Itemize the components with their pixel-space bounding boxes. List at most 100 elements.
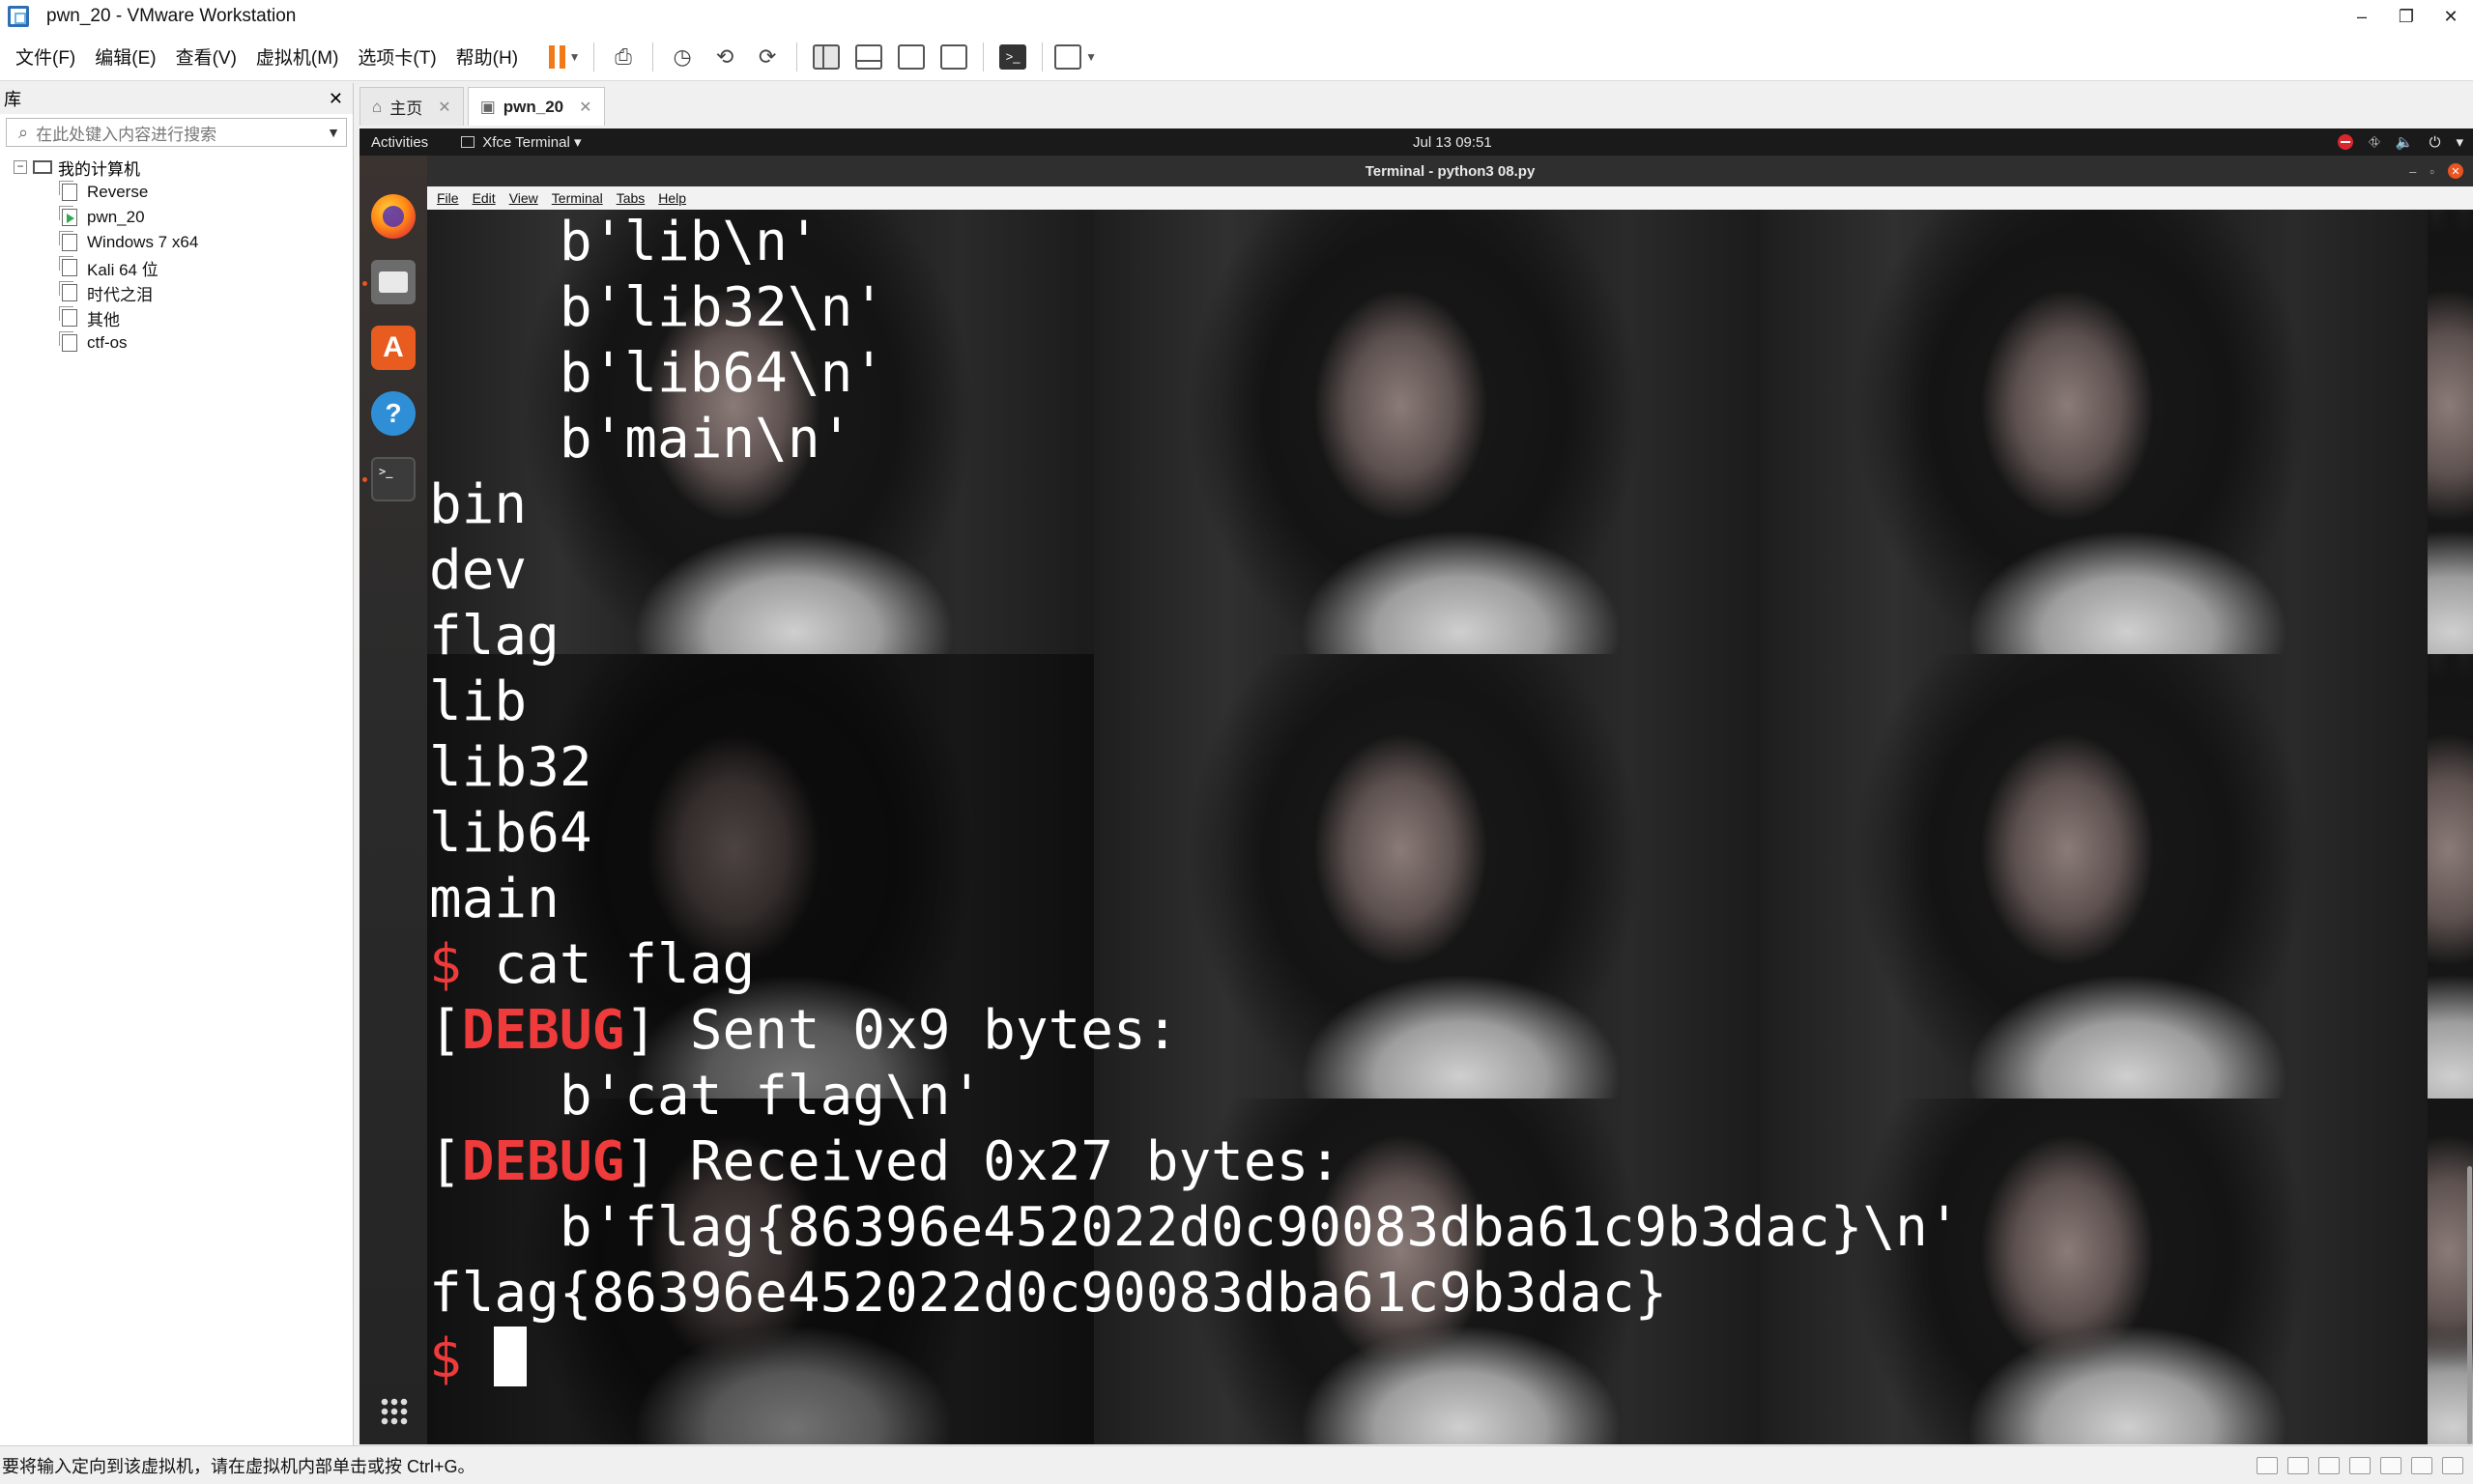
network-icon[interactable]: ⛗ [2369, 134, 2380, 151]
term-menu-tabs[interactable]: Tabs [617, 190, 646, 206]
help-icon[interactable]: ? [371, 391, 416, 436]
status-bar: 要将输入定向到该虚拟机，请在虚拟机内部单击或按 Ctrl+G。 [0, 1445, 2473, 1484]
vmware-logo-icon [8, 6, 29, 27]
menu-vm[interactable]: 虚拟机(M) [246, 43, 348, 70]
tab-close-icon[interactable]: ✕ [579, 98, 591, 117]
terminal-line: lib [429, 670, 1961, 735]
chevron-down-icon[interactable]: ▾ [2456, 133, 2463, 151]
software-icon[interactable]: A [371, 326, 416, 370]
minimize-icon[interactable]: – [2409, 164, 2416, 179]
tree-item-reverse[interactable]: Reverse [59, 180, 353, 205]
tree-item-pwn-20[interactable]: pwn_20 [59, 205, 353, 230]
message-icon[interactable] [2442, 1456, 2463, 1474]
app-menu[interactable]: Xfce Terminal ▾ [461, 133, 581, 151]
menu-tabs[interactable]: 选项卡(T) [348, 43, 446, 70]
term-menu-help[interactable]: Help [658, 190, 686, 206]
terminal-body[interactable]: b'lib\n' b'lib32\n' b'lib64\n' b'main\n'… [427, 210, 2473, 1444]
terminal-line: b'lib\n' [429, 210, 1961, 275]
window-title: pwn_20 - VMware Workstation [46, 6, 297, 26]
tree-item-label: 其他 [87, 310, 120, 329]
terminal-line: main [429, 867, 1961, 932]
sound-icon[interactable] [2380, 1456, 2401, 1474]
unity-button[interactable] [936, 40, 971, 74]
show-applications-icon[interactable] [380, 1397, 409, 1426]
pause-button[interactable]: ▼ [547, 40, 582, 74]
no-entry-icon[interactable] [2337, 134, 2353, 150]
tree-item-ctf-os[interactable]: ctf-os [59, 330, 353, 356]
files-icon[interactable] [371, 260, 416, 304]
snapshot-manager-button[interactable]: ⟳ [750, 40, 785, 74]
send-ctrl-alt-del-button[interactable]: ⎙ [606, 40, 641, 74]
terminal-scrollbar[interactable] [2465, 210, 2473, 1444]
terminal-window-controls: – ▫ ✕ [2409, 163, 2463, 179]
network-icon: ⎙ [615, 43, 632, 69]
tree-root-my-computer[interactable]: − 我的计算机 [14, 155, 353, 180]
vm-display[interactable]: Activities Xfce Terminal ▾ Jul 13 09:51 … [359, 128, 2473, 1444]
terminal-line: b'flag{86396e452022d0c90083dba61c9b3dac}… [429, 1195, 1961, 1261]
guest-tray[interactable]: ⛗ 🔈 ⏻ ▾ [2337, 133, 2463, 151]
maximize-icon[interactable]: ▫ [2430, 164, 2434, 179]
tab-close-icon[interactable]: ✕ [438, 98, 450, 117]
terminal-text: main [429, 868, 560, 930]
term-menu-view[interactable]: View [509, 190, 538, 206]
chevron-down-icon[interactable]: ▼ [1085, 50, 1097, 64]
terminal-titlebar[interactable]: Terminal - python3 08.py – ▫ ✕ [427, 156, 2473, 186]
terminal-icon[interactable]: >_ [371, 457, 416, 501]
guest-clock[interactable]: Jul 13 09:51 [1413, 134, 1492, 151]
term-menu-edit[interactable]: Edit [473, 190, 496, 206]
menu-file[interactable]: 文件(F) [6, 43, 85, 70]
vm-icon [59, 331, 77, 352]
tree-item-label: Reverse [87, 183, 149, 201]
minimize-button[interactable]: – [2340, 0, 2384, 33]
chevron-down-icon[interactable]: ▼ [569, 50, 581, 64]
vm-tree: − 我的计算机 Reverse pwn_20 Windows 7 x64 Kal… [0, 155, 353, 356]
snapshot-button[interactable]: ◷ [665, 40, 700, 74]
terminal-line: bin [429, 472, 1961, 538]
hard-disk-icon[interactable] [2257, 1456, 2278, 1474]
close-icon[interactable]: ✕ [2448, 163, 2463, 179]
full-screen-button[interactable] [894, 40, 929, 74]
display-icon[interactable] [2411, 1456, 2432, 1474]
menu-edit[interactable]: 编辑(E) [85, 43, 165, 70]
app-menu-label: Xfce Terminal ▾ [482, 134, 582, 151]
usb-icon[interactable] [2349, 1456, 2371, 1474]
power-icon[interactable]: ⏻ [2430, 134, 2441, 151]
firefox-icon[interactable] [371, 194, 416, 239]
collapse-icon[interactable]: − [14, 160, 27, 174]
text-cursor [494, 1327, 528, 1386]
close-button[interactable]: ✕ [2429, 0, 2473, 33]
tab-home[interactable]: ⌂ 主页 ✕ [359, 87, 464, 126]
tree-item-windows-7[interactable]: Windows 7 x64 [59, 230, 353, 255]
show-library-button[interactable] [809, 40, 844, 74]
tree-item-kali[interactable]: Kali 64 位 [59, 255, 353, 280]
network-adapter-icon[interactable] [2318, 1456, 2340, 1474]
cd-drive-icon[interactable] [2287, 1456, 2309, 1474]
console-view-button[interactable]: >_ [995, 40, 1030, 74]
tab-label: pwn_20 [503, 97, 564, 116]
term-menu-file[interactable]: File [437, 190, 459, 206]
library-search[interactable]: ⌕ 在此处键入内容进行搜索 ▼ [6, 118, 347, 147]
terminal-text: flag{86396e452022d0c90083dba61c9b3dac} [429, 1262, 1668, 1325]
restore-button[interactable]: ❐ [2384, 0, 2429, 33]
revert-icon: ⟲ [715, 43, 734, 69]
tree-item-tears[interactable]: 时代之泪 [59, 280, 353, 305]
toolbar: ▼ ⎙ ◷ ⟲ ⟳ >_ ▼ [543, 40, 1101, 74]
term-menu-terminal[interactable]: Terminal [552, 190, 603, 206]
terminal-output: b'lib\n' b'lib32\n' b'lib64\n' b'main\n'… [429, 210, 1961, 1392]
menu-help[interactable]: 帮助(H) [446, 43, 528, 70]
toolbar-separator [652, 42, 654, 71]
scrollbar-thumb[interactable] [2467, 1166, 2472, 1444]
menu-view[interactable]: 查看(V) [166, 43, 246, 70]
volume-icon[interactable]: 🔈 [2396, 133, 2414, 151]
terminal-text: dev [429, 539, 528, 602]
tree-item-other[interactable]: 其他 [59, 305, 353, 330]
tab-pwn-20[interactable]: ▣ pwn_20 ✕ [467, 87, 605, 126]
chevron-down-icon[interactable]: ▼ [327, 125, 340, 140]
activities-button[interactable]: Activities [371, 134, 428, 151]
search-placeholder[interactable]: 在此处键入内容进行搜索 [36, 121, 216, 145]
revert-snapshot-button[interactable]: ⟲ [707, 40, 742, 74]
library-close-icon[interactable]: ✕ [329, 89, 343, 109]
thumbnail-bar-button[interactable] [851, 40, 886, 74]
shell-prompt: $ [429, 1327, 462, 1390]
stretch-button[interactable]: ▼ [1054, 40, 1097, 74]
